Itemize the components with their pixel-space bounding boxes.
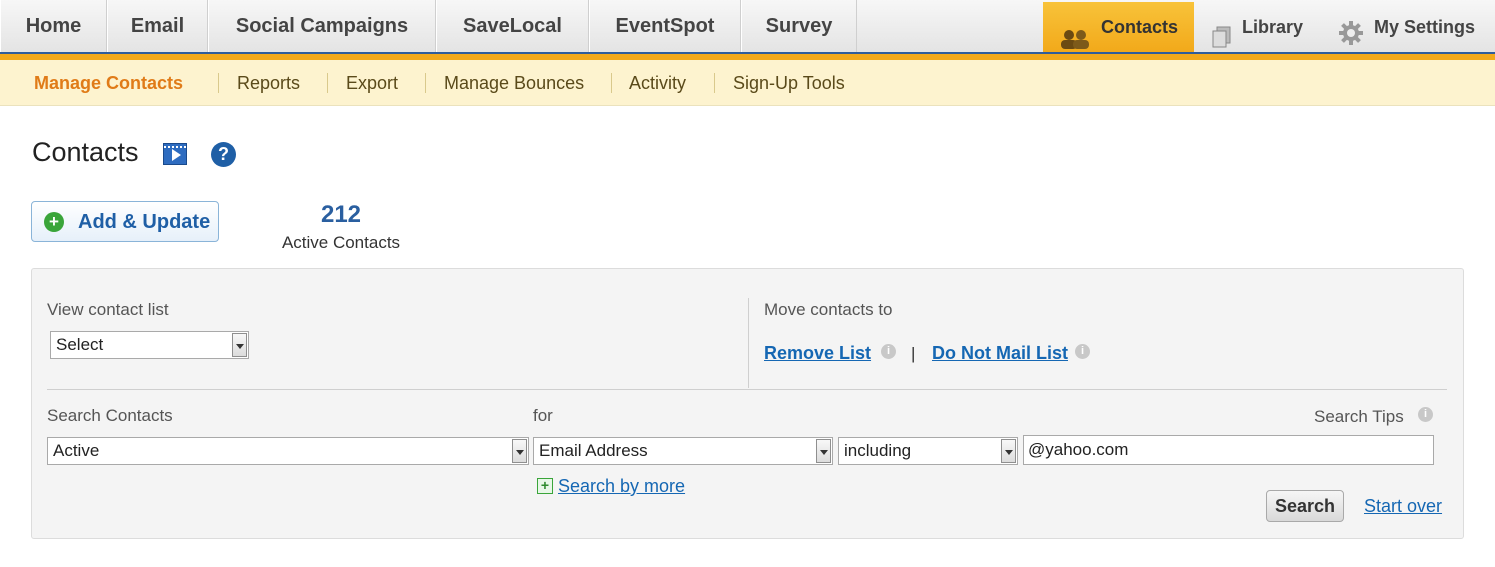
contact-list-select[interactable]: Select <box>50 331 249 359</box>
search-contacts-label: Search Contacts <box>47 406 173 425</box>
panel-horizontal-divider <box>47 389 1447 390</box>
subnav-separator <box>611 73 612 93</box>
active-contacts-label: Active Contacts <box>281 233 401 252</box>
search-tips-label[interactable]: Search Tips <box>1314 407 1404 427</box>
tab-my-settings[interactable]: My Settings <box>1338 2 1488 52</box>
subnav-separator <box>714 73 715 93</box>
add-update-label: Add & Update <box>78 211 211 233</box>
contact-list-select-value: Select <box>56 335 104 354</box>
chevron-down-icon <box>816 439 831 463</box>
search-input[interactable] <box>1023 435 1434 465</box>
tab-home[interactable]: Home <box>0 0 107 52</box>
contacts-icon <box>1059 18 1091 50</box>
start-over-link[interactable]: Start over <box>1364 496 1442 517</box>
info-icon[interactable]: i <box>1075 344 1090 359</box>
subnav-activity[interactable]: Activity <box>629 60 686 106</box>
subnav-reports[interactable]: Reports <box>237 60 300 106</box>
tab-eventspot[interactable]: EventSpot <box>589 0 741 52</box>
operator-select-value: including <box>844 441 912 460</box>
help-icon[interactable]: ? <box>211 142 236 167</box>
tab-library-label: Library <box>1242 17 1304 37</box>
subnav-separator <box>218 73 219 93</box>
add-update-button[interactable]: + Add & Update <box>31 201 219 242</box>
library-icon <box>1212 17 1232 48</box>
page-title: Contacts <box>32 137 139 167</box>
search-by-more-link[interactable]: Search by more <box>558 476 685 497</box>
remove-list-link[interactable]: Remove List <box>764 343 871 364</box>
subnav-manage-contacts[interactable]: Manage Contacts <box>34 60 183 106</box>
plus-icon: + <box>44 212 64 232</box>
sub-nav: Manage Contacts Reports Export Manage Bo… <box>0 60 1495 106</box>
tab-email[interactable]: Email <box>107 0 208 52</box>
search-for-label: for <box>533 406 553 425</box>
active-contacts-count: 212 <box>320 201 362 228</box>
tab-library[interactable]: Library <box>1212 2 1322 52</box>
tab-survey[interactable]: Survey <box>741 0 857 52</box>
subnav-separator <box>425 73 426 93</box>
do-not-mail-list-link[interactable]: Do Not Mail List <box>932 343 1068 364</box>
tab-contacts-label: Contacts <box>1101 17 1179 37</box>
info-icon[interactable]: i <box>1418 407 1433 422</box>
field-select-value: Email Address <box>539 441 648 460</box>
video-icon[interactable] <box>163 143 187 165</box>
panel-vertical-divider <box>748 298 749 388</box>
add-icon[interactable]: + <box>537 478 553 494</box>
tab-my-settings-label: My Settings <box>1374 17 1476 37</box>
info-icon[interactable]: i <box>881 344 896 359</box>
chevron-down-icon <box>512 439 527 463</box>
search-button[interactable]: Search <box>1266 490 1344 522</box>
chevron-down-icon <box>232 333 247 357</box>
chevron-down-icon <box>1001 439 1016 463</box>
subnav-export[interactable]: Export <box>346 60 398 106</box>
move-separator: | <box>911 344 916 363</box>
operator-select[interactable]: including <box>838 437 1018 465</box>
subnav-sign-up-tools[interactable]: Sign-Up Tools <box>733 60 845 106</box>
view-contact-list-label: View contact list <box>47 300 169 319</box>
subnav-separator <box>327 73 328 93</box>
status-select[interactable]: Active <box>47 437 529 465</box>
top-nav: Home Email Social Campaigns SaveLocal Ev… <box>0 0 1495 60</box>
tab-social-campaigns[interactable]: Social Campaigns <box>208 0 436 52</box>
field-select[interactable]: Email Address <box>533 437 833 465</box>
move-contacts-label: Move contacts to <box>764 300 893 319</box>
gear-icon <box>1338 15 1364 46</box>
tab-savelocal[interactable]: SaveLocal <box>436 0 589 52</box>
subnav-manage-bounces[interactable]: Manage Bounces <box>444 60 584 106</box>
status-select-value: Active <box>53 441 100 460</box>
tab-contacts[interactable]: Contacts <box>1043 2 1194 52</box>
